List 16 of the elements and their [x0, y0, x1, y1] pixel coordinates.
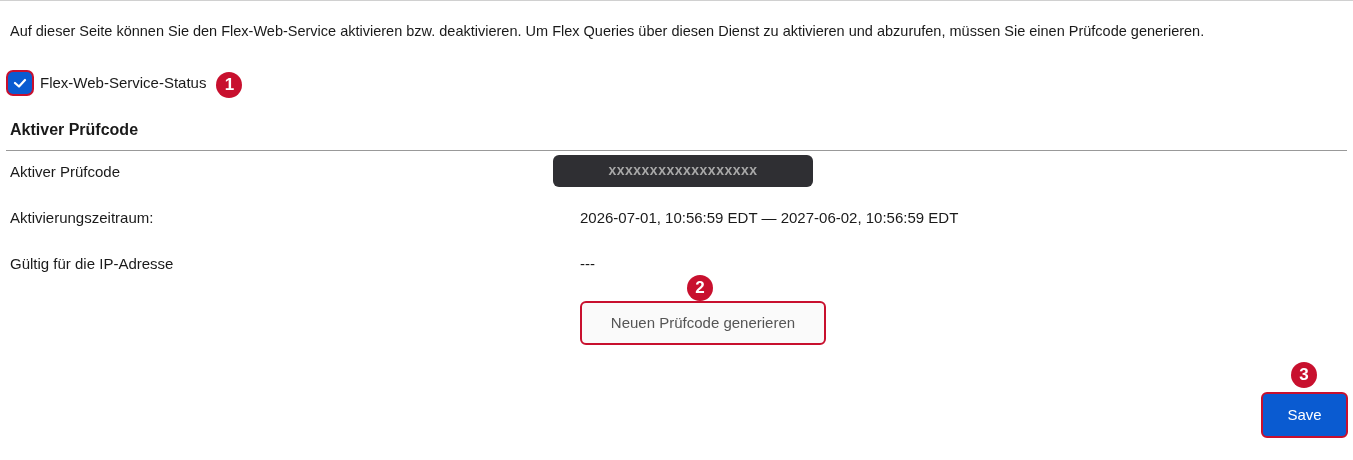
field-label: Aktiver Prüfcode [10, 161, 122, 182]
checkbox-label: Flex-Web-Service-Status [40, 72, 207, 93]
field-label: Gültig für die IP-Adresse [10, 253, 175, 274]
masked-code: xxxxxxxxxxxxxxxxxx [553, 154, 813, 187]
field-value: 2026-07-01, 10:56:59 EDT — 2027-06-02, 10:56:59 EDT [580, 207, 959, 228]
field-value: --- [580, 253, 595, 274]
status-checkbox[interactable] [8, 71, 32, 94]
section-title: Aktiver Prüfcode [10, 119, 140, 140]
save-button[interactable]: Save [1261, 391, 1348, 438]
callout-badge: 1 [216, 71, 243, 98]
callout-badge: 3 [1291, 361, 1317, 388]
intro-text: Auf dieser Seite können Sie den Flex-Web-Service aktivieren bzw. deaktivieren. Um Flex Queries über diesen Dienst zu aktivieren und abzurufen, müssen Sie einen Prüfcode generieren. [10, 22, 1206, 41]
check-icon [13, 77, 27, 88]
generate-code-button[interactable]: Neuen Prüfcode generieren [580, 300, 826, 345]
callout-badge: 2 [687, 274, 713, 301]
field-label: Aktivierungszeitraum: [10, 207, 155, 228]
